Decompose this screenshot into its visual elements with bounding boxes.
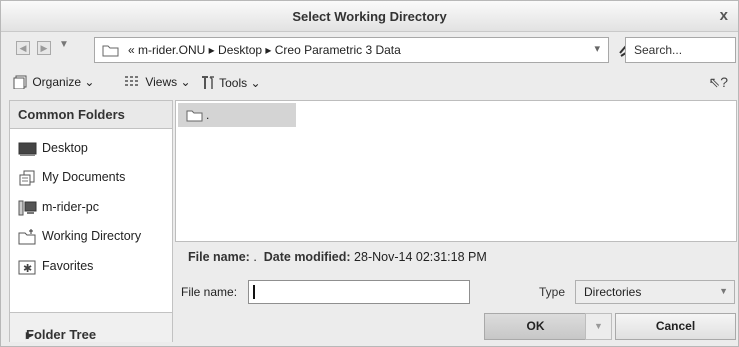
- tools-icon: [202, 76, 214, 89]
- common-folder-label: Working Directory: [42, 229, 142, 243]
- close-icon[interactable]: x: [720, 7, 728, 24]
- info-name-value: .: [253, 250, 257, 264]
- info-date-label: Date modified:: [263, 250, 351, 264]
- chevron-down-icon: ⌄: [84, 75, 95, 89]
- type-value: Directories: [584, 285, 642, 299]
- info-date-value: 28-Nov-14 02:31:18 PM: [354, 250, 487, 264]
- file-info-line: File name: . Date modified: 28-Nov-14 02…: [188, 250, 487, 264]
- views-menu[interactable]: Views ⌄: [124, 75, 191, 89]
- type-label: Type: [539, 285, 566, 299]
- common-folder-label: My Documents: [42, 170, 126, 184]
- file-name-input[interactable]: [248, 280, 470, 304]
- chevron-down-icon: ⌄: [180, 75, 191, 89]
- search-input[interactable]: Search...: [625, 37, 736, 63]
- documents-icon: [19, 170, 35, 186]
- chevron-down-icon: ▼: [719, 286, 728, 296]
- recent-locations-icon[interactable]: ▼: [59, 39, 69, 50]
- chevron-down-icon: ⌄: [250, 76, 261, 90]
- common-folders-title: Common Folders: [18, 107, 125, 122]
- ok-options-dropdown-icon[interactable]: ▼: [585, 313, 612, 340]
- toolbar: Organize ⌄ Views ⌄ Tools ⌄ ⇖?: [1, 67, 738, 99]
- common-folders-header: Common Folders: [10, 101, 172, 129]
- forward-button[interactable]: ▶: [37, 41, 51, 55]
- working-directory-icon: [18, 229, 36, 245]
- title-bar: Select Working Directory x: [1, 1, 738, 32]
- search-placeholder: Search...: [634, 43, 683, 57]
- file-name-row: File name: Type Directories ▼: [175, 280, 735, 304]
- back-button[interactable]: ◀: [16, 41, 30, 55]
- organize-icon: [13, 75, 27, 90]
- tools-menu[interactable]: Tools ⌄: [200, 75, 261, 91]
- favorites-icon: ✱: [18, 260, 36, 275]
- common-folder-label: m-rider-pc: [42, 200, 99, 214]
- type-select[interactable]: Directories ▼: [575, 280, 735, 304]
- file-name-label: File name:: [181, 285, 238, 299]
- tools-label: Tools: [219, 76, 248, 90]
- folder-icon: [102, 45, 119, 57]
- folder-tree-toggle[interactable]: ▸ Folder Tree: [10, 312, 172, 342]
- computer-icon: [18, 200, 37, 216]
- ok-button[interactable]: OK: [484, 313, 587, 340]
- dialog-window: Select Working Directory x ◀ ▶ ▼ « m-rid…: [0, 0, 739, 347]
- folder-tree-label: Folder Tree: [26, 327, 97, 342]
- file-list[interactable]: .: [175, 100, 737, 242]
- address-bar[interactable]: « m-rider.ONU ▸ Desktop ▸ Creo Parametri…: [94, 37, 609, 63]
- address-row: ◀ ▶ ▼ « m-rider.ONU ▸ Desktop ▸ Creo Par…: [1, 32, 738, 66]
- help-pointer-icon[interactable]: ⇖?: [708, 74, 728, 91]
- svg-text:✱: ✱: [23, 262, 32, 275]
- file-list-item[interactable]: .: [178, 103, 296, 127]
- common-folder-label: Desktop: [42, 141, 88, 155]
- views-label: Views: [145, 75, 178, 89]
- organize-menu[interactable]: Organize ⌄: [13, 75, 95, 90]
- organize-label: Organize: [32, 75, 82, 89]
- desktop-icon: [18, 142, 37, 156]
- text-caret: [253, 285, 255, 299]
- common-folders-pane: Common Folders Desktop My Documents m-ri…: [9, 100, 173, 342]
- views-icon: [125, 76, 138, 86]
- address-dropdown-icon[interactable]: ▾: [594, 42, 600, 55]
- info-name-label: File name:: [188, 250, 250, 264]
- file-name: .: [206, 108, 210, 122]
- dialog-title: Select Working Directory: [292, 9, 447, 24]
- cancel-button[interactable]: Cancel: [615, 313, 736, 340]
- breadcrumb[interactable]: « m-rider.ONU ▸ Desktop ▸ Creo Parametri…: [128, 43, 401, 57]
- common-folder-label: Favorites: [42, 259, 94, 273]
- folder-icon: [186, 110, 203, 122]
